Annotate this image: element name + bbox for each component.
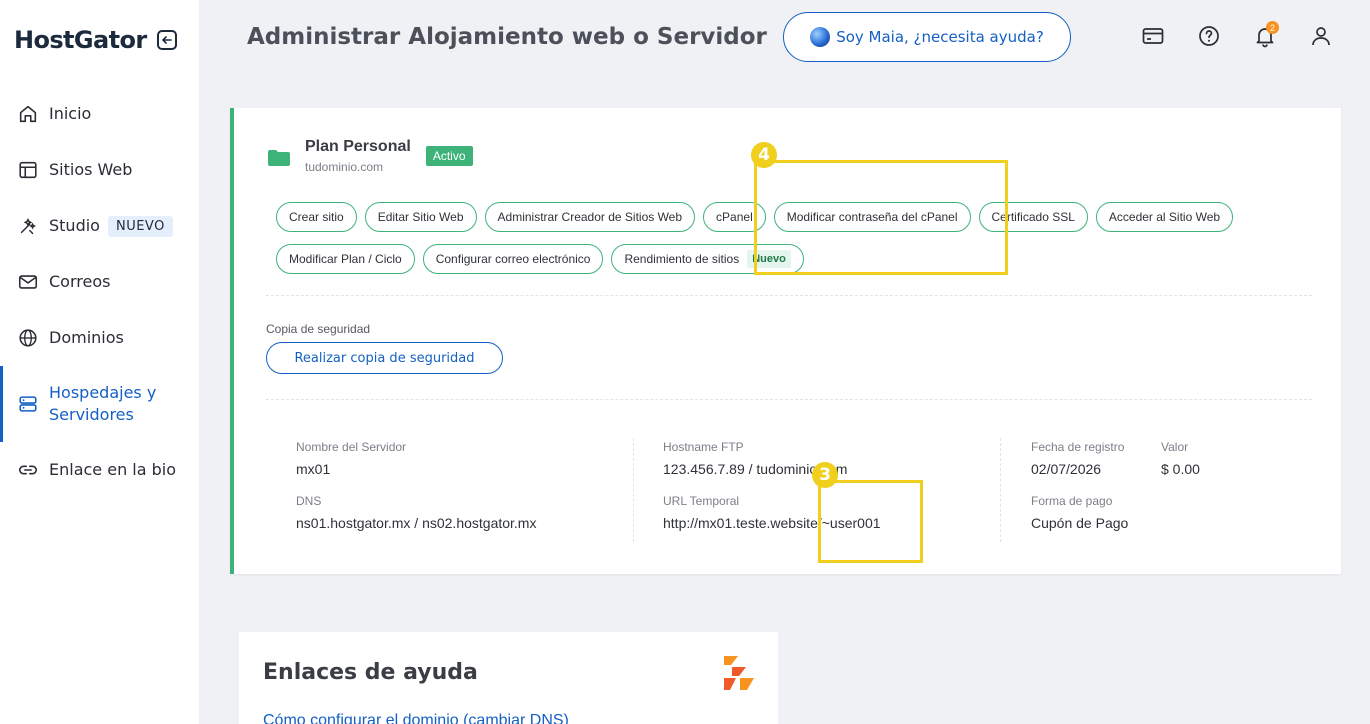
- server-icon: [16, 392, 40, 416]
- sidebar-item-dominios[interactable]: Dominios: [0, 310, 199, 366]
- collapse-sidebar-button[interactable]: [156, 30, 177, 50]
- status-badge: Activo: [425, 146, 473, 166]
- globe-icon: [16, 326, 40, 350]
- backup-label: Copia de seguridad: [266, 322, 371, 336]
- sidebar-item-label: Correos: [49, 272, 111, 291]
- value-block: Valor $ 0.00: [1161, 440, 1200, 477]
- help-card: Enlaces de ayuda Cómo configurar el domi…: [239, 632, 778, 724]
- notifications-button[interactable]: 2: [1253, 21, 1279, 48]
- plan-header: Plan Personal tudominio.com Activo: [268, 138, 473, 174]
- home-icon: [16, 102, 40, 126]
- column-separator: [633, 438, 634, 542]
- cpanel-button[interactable]: cPanel: [703, 202, 766, 232]
- ssl-certificate-button[interactable]: Certificado SSL: [978, 202, 1088, 232]
- sidebar: HostGator Inicio Sitios Web Studio NUEVO: [0, 0, 199, 724]
- sidebar-item-label: Enlace en la bio: [49, 460, 177, 479]
- card-icon: [1142, 28, 1164, 44]
- backup-button-label: Realizar copia de seguridad: [294, 350, 475, 366]
- plan-text: Plan Personal tudominio.com: [305, 138, 411, 174]
- sidebar-item-inicio[interactable]: Inicio: [0, 86, 199, 142]
- server-name-label: Nombre del Servidor: [296, 440, 407, 454]
- configure-email-button[interactable]: Configurar correo electrónico: [422, 244, 604, 274]
- actions-row-1: Crear sitio Editar Sitio Web Administrar…: [276, 202, 1316, 232]
- account-button[interactable]: [1309, 24, 1333, 48]
- sidebar-item-label: Sitios Web: [49, 160, 133, 179]
- page-title: Administrar Alojamiento web o Servidor: [247, 24, 767, 50]
- divider: [266, 295, 1312, 296]
- reg-date-value: 02/07/2026: [1031, 461, 1102, 477]
- plan-card: Plan Personal tudominio.com Activo Crear…: [230, 108, 1341, 574]
- payment-label: Forma de pago: [1031, 494, 1113, 508]
- registration-block: Fecha de registro 02/07/2026 Forma de pa…: [1031, 440, 1128, 531]
- ftp-value: 123.456.7.89 / tudominio.com: [663, 461, 848, 477]
- mail-icon: [16, 270, 40, 294]
- plan-domain: tudominio.com: [305, 160, 384, 174]
- ftp-label: Hostname FTP: [663, 440, 744, 454]
- value-label: Valor: [1161, 440, 1189, 454]
- sidebar-item-label: Studio: [49, 216, 100, 235]
- site-performance-button[interactable]: Rendimiento de sitios Nuevo: [611, 244, 804, 274]
- help-title: Enlaces de ayuda: [263, 660, 478, 685]
- user-icon: [1312, 27, 1330, 46]
- hostgator-mark-icon: [724, 656, 754, 690]
- label-line-2: Servidores: [49, 405, 134, 424]
- sidebar-nav: Inicio Sitios Web Studio NUEVO Correos D…: [0, 86, 199, 498]
- step-marker-3: 3: [812, 462, 838, 488]
- sidebar-item-label: Hospedajes y Servidores: [49, 382, 156, 426]
- dns-value: ns01.hostgator.mx / ns02.hostgator.mx: [296, 515, 537, 531]
- new-tag: Nuevo: [747, 250, 791, 268]
- hostgator-logo[interactable]: HostGator: [14, 26, 147, 54]
- folder-icon: [268, 150, 290, 166]
- help-link-dns[interactable]: Cómo configurar el dominio (cambiar DNS): [263, 712, 569, 724]
- help-button[interactable]: [1197, 24, 1221, 48]
- modify-plan-button[interactable]: Modificar Plan / Ciclo: [276, 244, 415, 274]
- sidebar-item-label: Inicio: [49, 104, 92, 123]
- plan-name: Plan Personal: [305, 138, 411, 155]
- create-site-button[interactable]: Crear sitio: [276, 202, 357, 232]
- new-badge: NUEVO: [107, 215, 173, 237]
- layout-icon: [16, 158, 40, 182]
- site-builder-button[interactable]: Administrar Creador de Sitios Web: [484, 202, 696, 232]
- temp-url-value[interactable]: http://mx01.teste.website/~user001: [663, 515, 881, 531]
- backup-button[interactable]: Realizar copia de seguridad: [266, 342, 503, 374]
- edit-site-button[interactable]: Editar Sitio Web: [364, 202, 477, 232]
- logo-row: HostGator: [14, 26, 177, 54]
- divider: [266, 399, 1312, 400]
- dns-label: DNS: [296, 494, 322, 508]
- sidebar-item-label: Dominios: [49, 328, 124, 347]
- sidebar-item-hospedajes[interactable]: Hospedajes y Servidores: [0, 366, 199, 442]
- column-separator: [1000, 438, 1001, 542]
- assistant-button[interactable]: Soy Maia, ¿necesita ayuda?: [783, 12, 1071, 62]
- help-icon: [1199, 26, 1219, 46]
- server-name-value: mx01: [296, 461, 331, 477]
- server-name-block: Nombre del Servidor mx01 DNS ns01.hostga…: [296, 440, 536, 531]
- ftp-block: Hostname FTP 123.456.7.89 / tudominio.co…: [663, 440, 881, 531]
- plan-actions: Crear sitio Editar Sitio Web Administrar…: [276, 202, 1316, 286]
- sidebar-item-studio[interactable]: Studio NUEVO: [0, 198, 199, 254]
- maia-orb-icon: [810, 27, 831, 47]
- payment-value: Cupón de Pago: [1031, 515, 1129, 531]
- site-performance-label: Rendimiento de sitios: [624, 252, 740, 266]
- sidebar-item-correos[interactable]: Correos: [0, 254, 199, 310]
- change-cpanel-password-button[interactable]: Modificar contraseña del cPanel: [773, 202, 971, 232]
- sidebar-item-enlace-bio[interactable]: Enlace en la bio: [0, 442, 199, 498]
- billing-button[interactable]: [1141, 24, 1165, 48]
- actions-row-2: Modificar Plan / Ciclo Configurar correo…: [276, 244, 1316, 274]
- label-line-1: Hospedajes y: [49, 383, 157, 402]
- notification-count-badge: 2: [1266, 21, 1279, 34]
- value-amount: $ 0.00: [1161, 461, 1200, 477]
- temp-url-label: URL Temporal: [663, 494, 740, 508]
- sidebar-item-sitios-web[interactable]: Sitios Web: [0, 142, 199, 198]
- wand-icon: [16, 214, 40, 238]
- link-icon: [16, 458, 40, 482]
- arrow-left-icon: [161, 36, 172, 44]
- step-marker-4: 4: [751, 142, 777, 168]
- assistant-button-label: Soy Maia, ¿necesita ayuda?: [836, 28, 1044, 46]
- reg-date-label: Fecha de registro: [1031, 440, 1125, 454]
- access-website-button[interactable]: Acceder al Sitio Web: [1095, 202, 1234, 232]
